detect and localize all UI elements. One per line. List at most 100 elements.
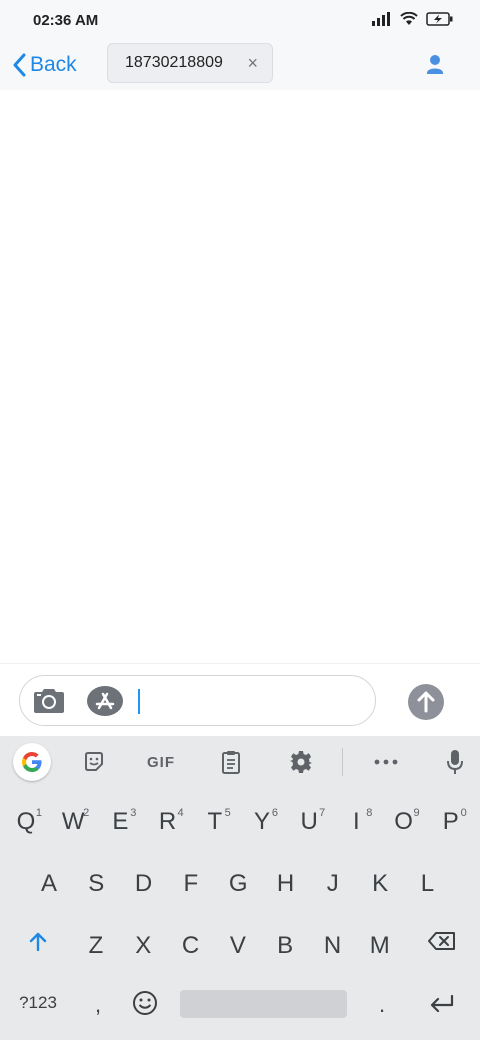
keyboard-toolbar: GIF <box>0 736 480 789</box>
emoji-key[interactable] <box>130 985 160 1021</box>
key-h[interactable]: H <box>266 859 306 909</box>
key-f[interactable]: F <box>171 859 211 909</box>
camera-icon[interactable] <box>32 687 66 715</box>
back-label: Back <box>30 53 77 76</box>
backspace-key[interactable] <box>420 921 464 961</box>
key-o[interactable]: O9 <box>384 797 424 847</box>
key-q[interactable]: Q1 <box>6 797 46 847</box>
voice-input-button[interactable] <box>443 746 467 778</box>
key-a[interactable]: A <box>29 859 69 909</box>
key-x[interactable]: X <box>123 921 163 971</box>
arrow-up-icon <box>417 691 435 713</box>
remove-recipient-button[interactable]: × <box>247 53 258 74</box>
key-hint: 5 <box>224 807 231 819</box>
status-icons <box>372 12 454 26</box>
key-p[interactable]: P0 <box>431 797 471 847</box>
key-label: G <box>228 870 248 897</box>
period-key[interactable]: . <box>368 985 396 1025</box>
key-hint: 4 <box>177 807 184 819</box>
key-e[interactable]: E3 <box>100 797 140 847</box>
key-k[interactable]: K <box>360 859 400 909</box>
key-label: N <box>323 932 342 959</box>
key-m[interactable]: M <box>360 921 400 971</box>
shift-key[interactable] <box>18 921 58 961</box>
key-label: U <box>300 808 318 835</box>
key-label: F <box>183 870 199 897</box>
key-l[interactable]: L <box>407 859 447 909</box>
key-s[interactable]: S <box>76 859 116 909</box>
message-thread[interactable] <box>0 90 480 663</box>
send-button[interactable] <box>408 684 444 720</box>
clipboard-button[interactable] <box>218 746 244 778</box>
key-g[interactable]: G <box>218 859 258 909</box>
keyboard-settings-button[interactable] <box>287 746 315 778</box>
toolbar-divider <box>342 748 343 776</box>
shift-icon <box>29 932 47 951</box>
key-hint: 7 <box>319 807 326 819</box>
key-hint: 1 <box>35 807 42 819</box>
person-icon <box>430 55 440 65</box>
sticker-icon <box>85 752 103 771</box>
key-c[interactable]: C <box>171 921 211 971</box>
recipient-number: 18730218809 <box>125 54 223 71</box>
status-bar: 02:36 AM <box>0 0 480 42</box>
key-label: B <box>277 932 294 959</box>
google-search-button[interactable] <box>13 743 51 781</box>
enter-icon <box>430 994 454 1012</box>
key-label: E <box>112 808 129 835</box>
app-store-icon[interactable] <box>86 685 124 717</box>
key-label: K <box>372 870 389 897</box>
key-label: Y <box>253 808 270 835</box>
comma-key[interactable]: , <box>84 985 112 1025</box>
status-time: 02:36 AM <box>33 12 99 29</box>
key-label: V <box>229 932 246 959</box>
key-hint: 9 <box>413 807 420 819</box>
more-options-button[interactable] <box>372 746 400 778</box>
key-v[interactable]: V <box>218 921 258 971</box>
symbols-key[interactable]: ?123 <box>12 985 64 1021</box>
gif-button[interactable]: GIF <box>140 746 182 778</box>
key-label: S <box>88 870 105 897</box>
key-label: T <box>207 808 223 835</box>
recipient-chip[interactable]: 18730218809 × <box>107 43 273 83</box>
key-label: D <box>134 870 153 897</box>
key-d[interactable]: D <box>124 859 164 909</box>
key-label: I <box>353 808 360 835</box>
mic-icon <box>447 750 463 774</box>
backspace-icon <box>428 932 455 950</box>
keyboard: Q1W2E3R4T5Y6U7I8O9P0 ASDFGHJKL ZXCVBNM ?… <box>0 789 480 1040</box>
key-y[interactable]: Y6 <box>242 797 282 847</box>
battery-charging-icon <box>426 12 453 26</box>
key-label: Q <box>16 808 36 835</box>
back-button[interactable]: Back <box>12 50 77 80</box>
key-label: M <box>369 932 390 959</box>
message-input[interactable] <box>19 675 376 726</box>
google-icon <box>22 752 42 772</box>
key-r[interactable]: R4 <box>148 797 188 847</box>
gif-label: GIF <box>147 753 175 771</box>
key-t[interactable]: T5 <box>195 797 235 847</box>
key-label: P <box>442 808 459 835</box>
key-label: R <box>158 808 177 835</box>
key-label: W <box>61 808 85 835</box>
key-u[interactable]: U7 <box>289 797 329 847</box>
key-i[interactable]: I8 <box>336 797 376 847</box>
contact-info-button[interactable] <box>424 53 446 77</box>
key-j[interactable]: J <box>313 859 353 909</box>
enter-key[interactable] <box>424 985 460 1021</box>
more-icon <box>374 759 398 765</box>
key-label: J <box>326 870 339 897</box>
key-label: H <box>276 870 295 897</box>
key-z[interactable]: Z <box>76 921 116 971</box>
compose-bar <box>0 663 480 736</box>
key-w[interactable]: W2 <box>53 797 93 847</box>
key-hint: 6 <box>271 807 278 819</box>
space-key[interactable] <box>180 990 347 1018</box>
sticker-button[interactable] <box>80 746 108 778</box>
key-n[interactable]: N <box>313 921 353 971</box>
key-label: A <box>40 870 57 897</box>
key-b[interactable]: B <box>265 921 305 971</box>
key-label: O <box>394 808 413 835</box>
key-label: X <box>135 932 152 959</box>
emoji-icon <box>133 991 157 1015</box>
